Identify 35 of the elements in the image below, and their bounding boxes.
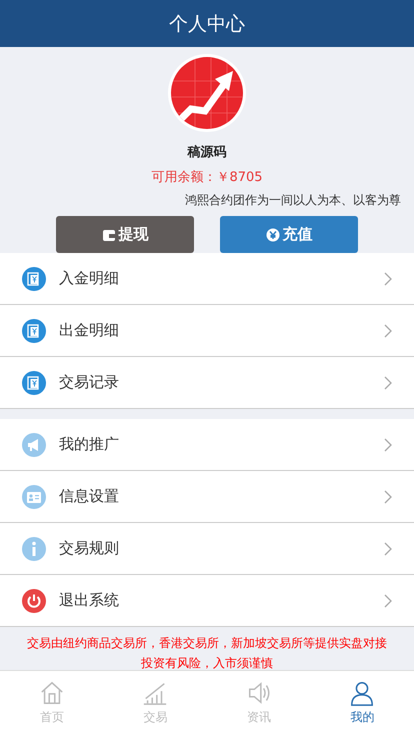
megaphone-icon: [22, 432, 46, 456]
document-yen-icon: [22, 318, 46, 342]
menu-item[interactable]: 退出系统: [0, 575, 414, 627]
deposit-button[interactable]: 充值: [220, 216, 358, 253]
menu-item[interactable]: 信息设置: [0, 471, 414, 523]
disclaimer-text: 投资有风险，入市须谨慎: [141, 655, 273, 672]
wallet-icon: [102, 228, 116, 242]
menu-item[interactable]: 交易规则: [0, 523, 414, 575]
chevron-right-icon: [384, 438, 392, 452]
menu-item[interactable]: 我的推广: [0, 419, 414, 471]
balance-text: 可用余额：￥8705: [151, 169, 263, 186]
menu-item[interactable]: 入金明细: [0, 253, 414, 305]
document-yen-icon: [22, 266, 46, 290]
withdraw-button[interactable]: 提现: [56, 216, 194, 253]
info-icon: [22, 536, 46, 560]
page-title: 个人中心: [169, 12, 245, 36]
user-icon: [349, 680, 376, 706]
disclaimer-text: 交易由纽约商品交易所，香港交易所，新加坡交易所等提供实盘对接: [27, 635, 387, 652]
menu-item[interactable]: 出金明细: [0, 305, 414, 357]
power-icon: [22, 588, 46, 612]
chevron-right-icon: [384, 376, 392, 390]
chevron-right-icon: [384, 272, 392, 286]
user-name: 稿源码: [188, 144, 226, 161]
chevron-right-icon: [384, 542, 392, 556]
tab-item[interactable]: 我的: [310, 671, 414, 734]
chevron-right-icon: [384, 594, 392, 608]
menu-item[interactable]: 交易记录: [0, 357, 414, 409]
avatar-icon: [167, 53, 247, 133]
chevron-right-icon: [384, 490, 392, 504]
chevron-right-icon: [384, 324, 392, 338]
document-yen-icon: [22, 370, 46, 394]
marquee-text: 鸿熙合约团作为一间以人为本、以客为尊: [185, 192, 401, 209]
id-card-icon: [22, 484, 46, 508]
yen-coin-icon: [266, 228, 280, 242]
home-icon: [38, 680, 65, 706]
